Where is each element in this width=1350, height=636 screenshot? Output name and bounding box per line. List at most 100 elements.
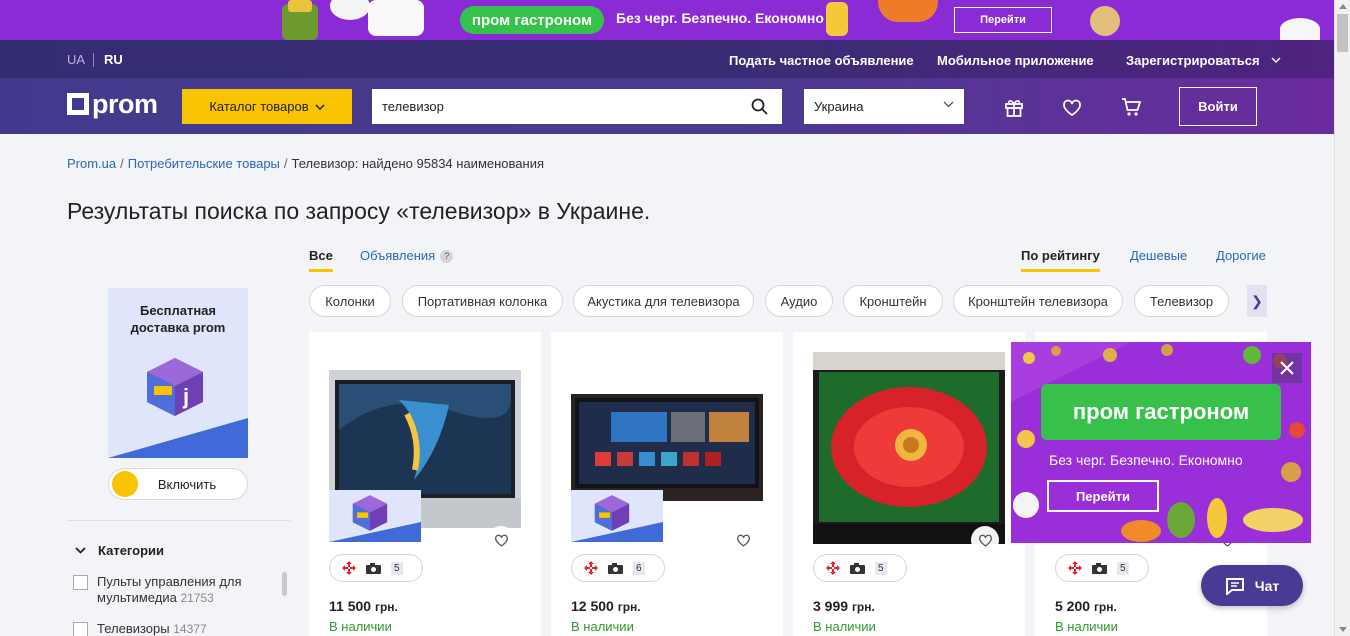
free-delivery-toggle[interactable]: Включить <box>108 468 248 500</box>
free-delivery-title: Бесплатная доставка prom <box>130 303 226 335</box>
price-currency: грн. <box>374 600 398 614</box>
categories-heading[interactable]: Категории <box>75 543 164 558</box>
product-image[interactable] <box>813 352 1005 544</box>
carrots-image <box>878 0 938 22</box>
ad-tagline: Без черг. Безпечно. Економно <box>1049 452 1243 468</box>
toggle-knob <box>112 471 138 497</box>
filter-chip[interactable]: Колонки <box>309 285 391 317</box>
filter-chip[interactable]: Аудио <box>765 285 833 317</box>
lang-ua-link[interactable]: UA <box>67 52 85 67</box>
favorite-heart-icon[interactable] <box>729 526 757 554</box>
price-currency: грн. <box>1093 600 1117 614</box>
price-value: 12 500 <box>571 598 614 614</box>
photo-count: 5 <box>391 561 403 575</box>
breadcrumb-current: Телевизор: найдено 95834 наименования <box>291 156 544 171</box>
gift-icon[interactable] <box>1003 96 1025 118</box>
product-badges: 5 <box>813 554 907 582</box>
login-button[interactable]: Войти <box>1179 87 1257 126</box>
stock-status: В наличии <box>571 619 634 634</box>
breadcrumb: Prom.ua / Потребительские товары / Телевизор… <box>67 156 544 171</box>
sort-expensive[interactable]: Дорогие <box>1216 248 1266 263</box>
search-icon[interactable] <box>751 98 768 115</box>
sidebar-divider <box>67 520 290 521</box>
toilet-paper-image <box>368 0 424 36</box>
ad-decoration <box>1167 502 1195 538</box>
search-input[interactable] <box>372 89 742 124</box>
product-image[interactable] <box>571 394 763 501</box>
product-card[interactable]: 5 11 500 грн. В наличии <box>309 332 541 636</box>
product-card[interactable]: 5 3 999 грн. В наличии <box>793 332 1025 636</box>
chips-next-arrow-icon[interactable]: ❯ <box>1247 285 1267 317</box>
ad-go-button[interactable]: Перейти <box>1047 480 1159 512</box>
price-value: 5 200 <box>1055 598 1091 614</box>
logo-text: prom <box>92 88 158 119</box>
scroll-up-arrow-icon[interactable] <box>1339 4 1347 9</box>
svg-text:j: j <box>182 384 189 409</box>
category-label: Пульты управления для мультимедиа <box>97 574 242 605</box>
product-price: 3 999 грн. <box>813 598 875 614</box>
grain-image <box>1090 6 1120 36</box>
product-price: 5 200 грн. <box>1055 598 1117 614</box>
nova-poshta-icon <box>826 561 840 575</box>
nova-poshta-icon <box>584 561 598 575</box>
search-box <box>372 89 782 124</box>
sort-by-rating[interactable]: По рейтингу <box>1021 248 1100 272</box>
free-delivery-promo[interactable]: Бесплатная доставка prom j <box>108 288 248 458</box>
heart-icon[interactable] <box>1061 96 1083 118</box>
sort-cheap[interactable]: Дешевые <box>1130 248 1187 263</box>
page-scrollbar[interactable] <box>1334 0 1350 636</box>
badge-corner-decoration <box>571 522 663 542</box>
scrollbar-thumb[interactable] <box>1337 14 1348 52</box>
camera-icon <box>366 562 381 574</box>
tab-all[interactable]: Все <box>309 248 333 272</box>
category-count: 14377 <box>173 622 207 636</box>
post-ad-link[interactable]: Подать частное объявление <box>729 53 914 68</box>
price-currency: грн. <box>851 600 875 614</box>
filter-chip[interactable]: Кронштейн <box>843 285 943 317</box>
filter-chip[interactable]: Портативная колонка <box>402 285 563 317</box>
close-icon[interactable] <box>1272 353 1302 383</box>
overlay-promo-ad[interactable]: пром гастроном Без черг. Безпечно. Еконо… <box>1011 342 1311 543</box>
register-link[interactable]: Зарегистрироваться <box>1126 53 1281 68</box>
price-value: 11 500 <box>329 598 372 614</box>
scroll-down-arrow-icon[interactable] <box>1339 627 1347 632</box>
chevron-down-icon <box>943 101 954 108</box>
prom-cube-icon: j <box>147 358 203 416</box>
category-checkbox[interactable] <box>73 575 88 590</box>
stock-status: В наличии <box>1055 619 1118 634</box>
category-item[interactable]: Пульты управления для мультимедиа 21753 <box>73 574 257 606</box>
favorite-heart-icon[interactable] <box>487 526 515 554</box>
help-icon[interactable]: ? <box>440 250 454 263</box>
chat-button[interactable]: Чат <box>1201 565 1303 606</box>
ad-decoration <box>1161 344 1173 356</box>
filter-chip[interactable]: Кронштейн телевизора <box>953 285 1123 317</box>
cart-icon[interactable] <box>1120 96 1142 118</box>
category-item[interactable]: Телевизоры 14377 <box>73 621 257 636</box>
product-badges: 6 <box>571 554 665 582</box>
jar-lid-image <box>288 0 312 12</box>
tab-ads[interactable]: Объявления? <box>360 248 454 263</box>
product-card[interactable]: 6 12 500 грн. В наличии <box>551 332 783 636</box>
filter-chip[interactable]: Телевизор <box>1134 285 1229 317</box>
prom-logo[interactable]: prom <box>67 89 158 119</box>
favorite-heart-icon[interactable] <box>971 526 999 554</box>
ad-decoration <box>1243 346 1261 364</box>
filter-chip[interactable]: Акустика для телевизора <box>573 285 754 317</box>
category-checkbox[interactable] <box>73 622 88 636</box>
breadcrumb-home-link[interactable]: Prom.ua <box>67 156 116 171</box>
chevron-down-icon <box>75 547 86 554</box>
lang-separator <box>93 53 94 67</box>
breadcrumb-category-link[interactable]: Потребительские товары <box>128 156 280 171</box>
register-label: Зарегистрироваться <box>1126 53 1260 68</box>
promo-go-button[interactable]: Перейти <box>954 7 1052 33</box>
mobile-app-link[interactable]: Мобильное приложение <box>937 53 1094 68</box>
lang-ru-link[interactable]: RU <box>104 52 123 67</box>
catalog-button[interactable]: Каталог товаров <box>182 89 352 124</box>
top-promo-banner[interactable]: пром гастроном Без черг. Безпечно. Еконо… <box>0 0 1350 40</box>
promo-brand-pill: пром гастроном <box>460 6 604 34</box>
promo-tagline: Без черг. Безпечно. Економно <box>616 10 824 26</box>
product-badges: 5 <box>1055 554 1149 582</box>
region-select[interactable]: Украина <box>804 89 964 124</box>
sidebar-scrollbar[interactable] <box>282 572 287 596</box>
ad-decoration <box>1017 430 1035 448</box>
